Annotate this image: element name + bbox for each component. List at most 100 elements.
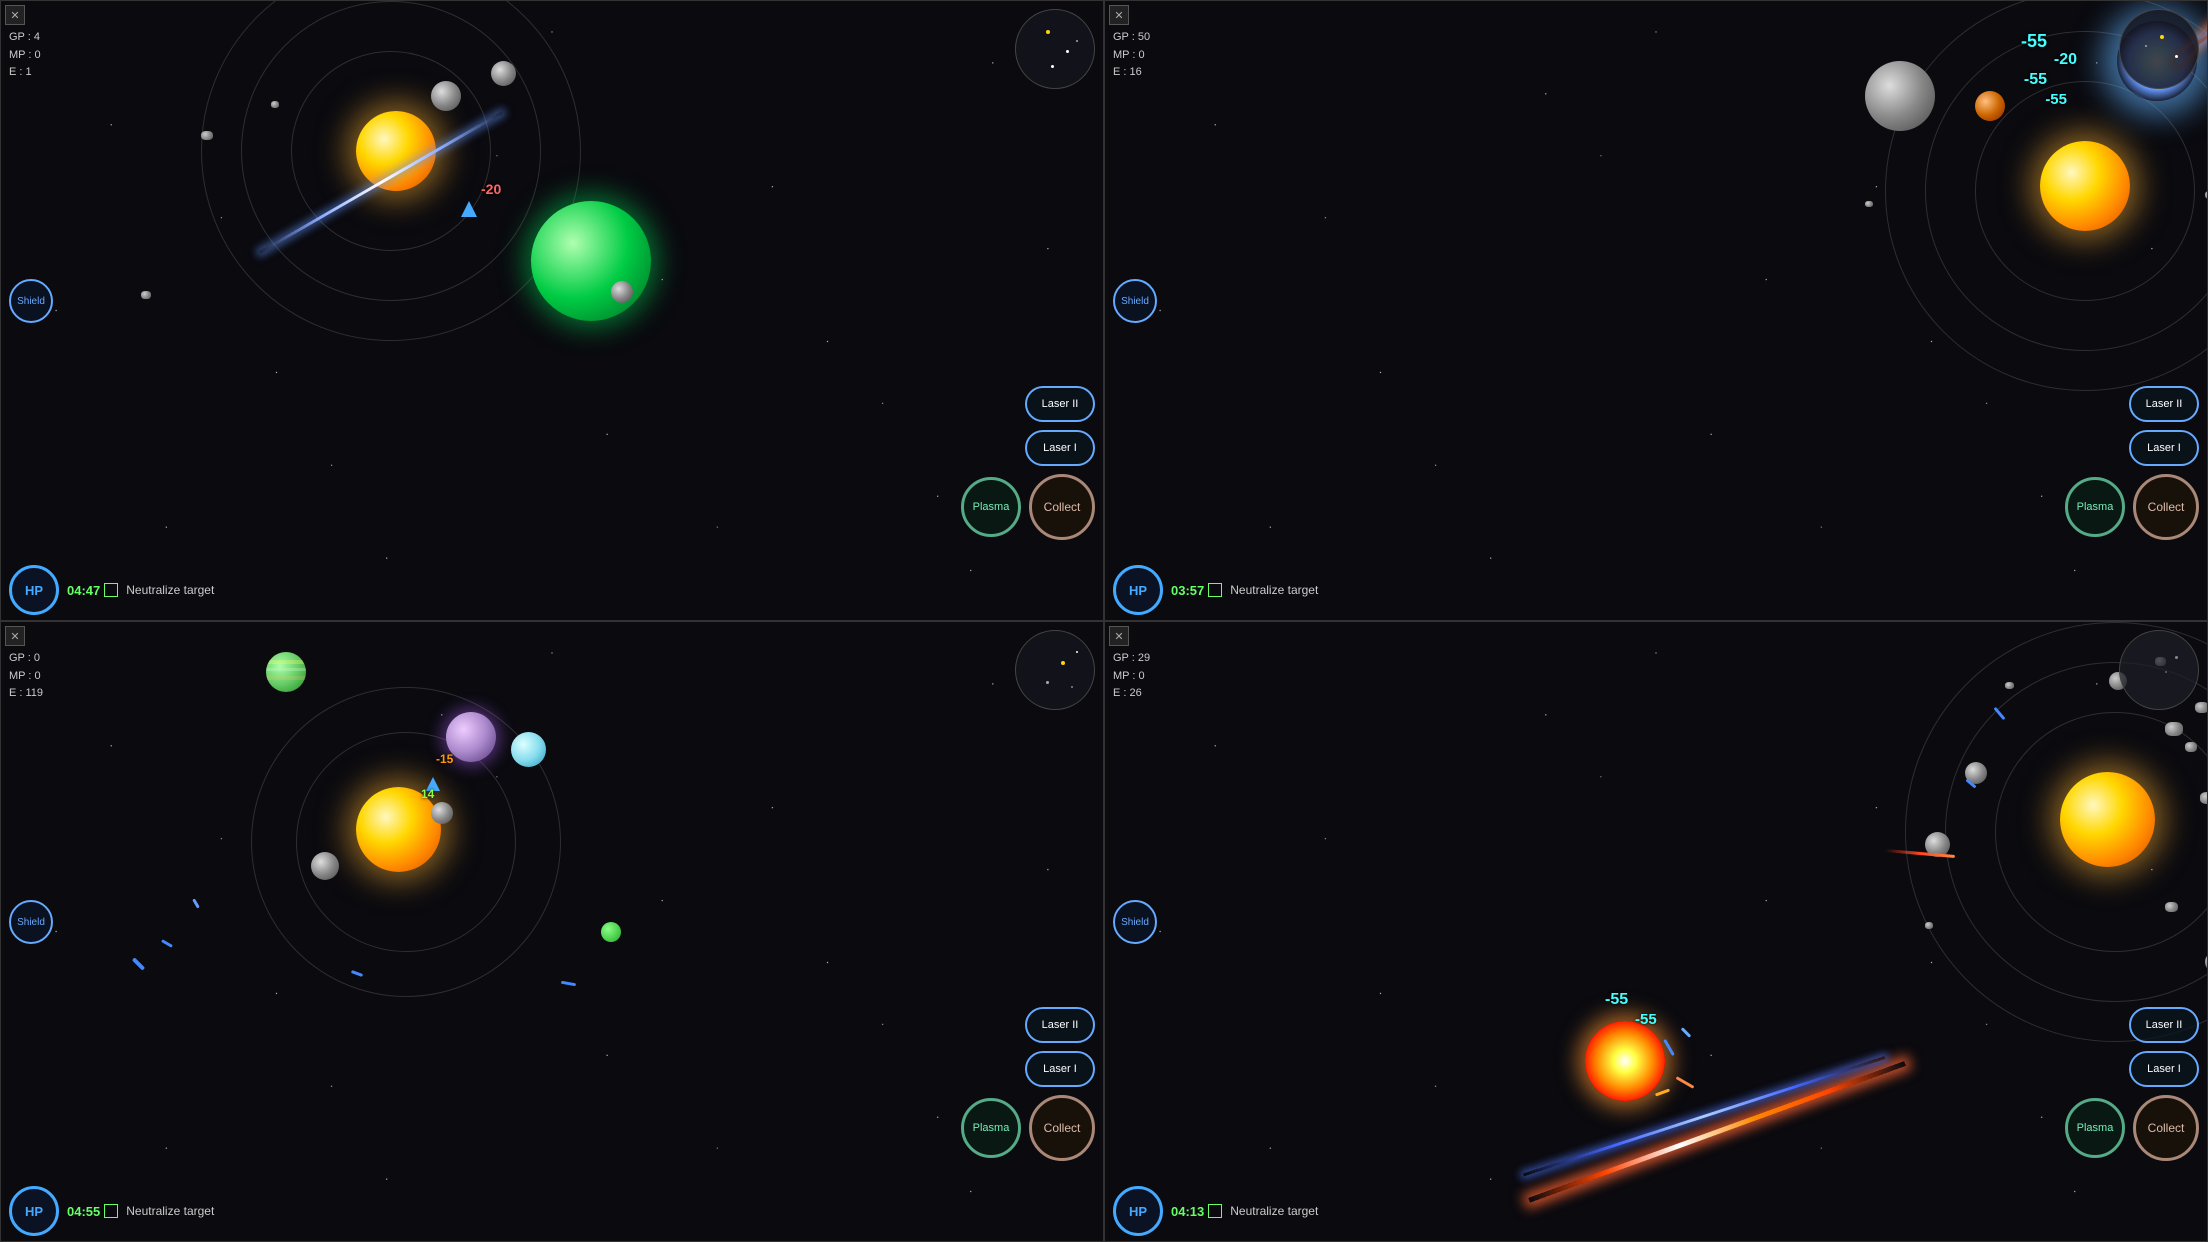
laser2-button-bl[interactable]: Laser II (1025, 1007, 1095, 1043)
moon-1-tl (431, 81, 461, 111)
asteroid-br-3 (2185, 742, 2197, 752)
minimap-tl (1015, 9, 1095, 89)
minimap-dot-3 (1051, 65, 1054, 68)
stats-br: GP : 29 MP : 0 E : 26 (1113, 650, 1150, 703)
hud-tl: HP 04:47 Neutralize target (1, 560, 1103, 620)
e-stat-br: E : 26 (1113, 685, 1150, 703)
dmg-tr-3: -55 (2024, 71, 2047, 89)
objective-tl: Neutralize target (126, 583, 214, 597)
e-stat-tl: E : 1 (9, 64, 41, 82)
minimap-dot-tr-3 (2145, 45, 2147, 47)
hp-circle-br: HP (1113, 1186, 1163, 1236)
asteroid-tr-2 (1865, 201, 1873, 207)
planet-bl-2 (431, 802, 453, 824)
timer-section-br: 04:13 (1171, 1204, 1222, 1219)
damage-tl: -20 (481, 181, 501, 197)
panel-top-right: ✕ GP : 50 MP : 0 E : 16 Shield (1104, 0, 2208, 621)
timer-section-tr: 03:57 (1171, 583, 1222, 598)
right-buttons-tl: Laser II Laser I Plasma Collect (961, 386, 1095, 540)
proj-bl-3 (192, 898, 200, 908)
collect-button-tl[interactable]: Collect (1029, 474, 1095, 540)
close-button-br[interactable]: ✕ (1109, 626, 1129, 646)
minimap-dot-4 (1076, 40, 1078, 42)
hud-bl: HP 04:55 Neutralize target (1, 1181, 1103, 1241)
plasma-button-tl[interactable]: Plasma (961, 477, 1021, 537)
collect-button-tr[interactable]: Collect (2133, 474, 2199, 540)
purple-planet-bl (446, 712, 496, 762)
ship-bl: -15 14 (426, 777, 440, 791)
hud-tr: HP 03:57 Neutralize target (1105, 560, 2207, 620)
gas-planet-bl (266, 652, 306, 692)
shield-button-tr[interactable]: Shield (1113, 279, 1157, 323)
hp-circle-tl: HP (9, 565, 59, 615)
asteroid-br-8 (1925, 922, 1933, 929)
minimap-br (2119, 630, 2199, 710)
shield-button-tl[interactable]: Shield (9, 279, 53, 323)
objective-tr: Neutralize target (1230, 583, 1318, 597)
dmg-tr-2: -20 (2054, 51, 2077, 69)
minimap-tr (2119, 9, 2199, 89)
gp-stat-tl: GP : 4 (9, 29, 41, 47)
dmg-tr-4: -55 (2045, 91, 2067, 108)
ship-area-tl: -20 (461, 201, 477, 217)
game-grid: ✕ GP : 4 MP : 0 E : 1 Shield (0, 0, 2208, 1242)
minimap-dot-2 (1066, 50, 1069, 53)
cyan-planet-bl (511, 732, 546, 767)
collect-button-br[interactable]: Collect (2133, 1095, 2199, 1161)
timer-section-bl: 04:55 (67, 1204, 118, 1219)
close-button-tl[interactable]: ✕ (5, 5, 25, 25)
timer-tr: 03:57 (1171, 583, 1204, 598)
asteroid-br-5 (2200, 792, 2208, 804)
asteroid-br-1 (2165, 722, 2183, 736)
laser2-button-tr[interactable]: Laser II (2129, 386, 2199, 422)
timer-checkbox-bl[interactable] (104, 1204, 118, 1218)
laser2-button-br[interactable]: Laser II (2129, 1007, 2199, 1043)
asteroid-2-tl (271, 101, 279, 108)
shield-button-br[interactable]: Shield (1113, 900, 1157, 944)
dmg-br-1: -55 (1605, 991, 1628, 1009)
timer-checkbox-tr[interactable] (1208, 583, 1222, 597)
timer-checkbox-br[interactable] (1208, 1204, 1222, 1218)
close-button-bl[interactable]: ✕ (5, 626, 25, 646)
e-stat-bl: E : 119 (9, 685, 43, 703)
gp-stat-tr: GP : 50 (1113, 29, 1150, 47)
gp-stat-br: GP : 29 (1113, 650, 1150, 668)
minimap-dot-bl-2 (1076, 651, 1078, 653)
proj-bl-2 (161, 939, 173, 948)
shield-button-bl[interactable]: Shield (9, 900, 53, 944)
mp-stat-tl: MP : 0 (9, 47, 41, 65)
objective-bl: Neutralize target (126, 1204, 214, 1218)
battle-area-br: -55 -55 (1505, 961, 1785, 1161)
stats-tl: GP : 4 MP : 0 E : 1 (9, 29, 41, 82)
collect-button-bl[interactable]: Collect (1029, 1095, 1095, 1161)
minimap-bl (1015, 630, 1095, 710)
plasma-button-bl[interactable]: Plasma (961, 1098, 1021, 1158)
stats-bl: GP : 0 MP : 0 E : 119 (9, 650, 43, 703)
right-buttons-br: Laser II Laser I Plasma Collect (2065, 1007, 2199, 1161)
planet-bl-1 (311, 852, 339, 880)
minimap-dot-br-2 (2165, 671, 2167, 673)
panel-bottom-right: ✕ GP : 29 MP : 0 E : 26 Shield (1104, 621, 2208, 1242)
timer-tl: 04:47 (67, 583, 100, 598)
panel-top-left: ✕ GP : 4 MP : 0 E : 1 Shield (0, 0, 1104, 621)
asteroid-3-tl (141, 291, 151, 299)
close-button-tr[interactable]: ✕ (1109, 5, 1129, 25)
timer-br: 04:13 (1171, 1204, 1204, 1219)
minimap-dot-br-1 (2175, 656, 2178, 659)
plasma-button-br[interactable]: Plasma (2065, 1098, 2125, 1158)
asteroid-br-9 (2165, 902, 2178, 912)
right-buttons-bl: Laser II Laser I Plasma Collect (961, 1007, 1095, 1161)
green-planet-tl (531, 201, 651, 321)
laser2-button-tl[interactable]: Laser II (1025, 386, 1095, 422)
timer-checkbox-tl[interactable] (104, 583, 118, 597)
laser1-button-br[interactable]: Laser I (2129, 1051, 2199, 1087)
plasma-button-tr[interactable]: Plasma (2065, 477, 2125, 537)
laser1-button-bl[interactable]: Laser I (1025, 1051, 1095, 1087)
laser1-button-tr[interactable]: Laser I (2129, 430, 2199, 466)
gp-stat-bl: GP : 0 (9, 650, 43, 668)
asteroid-1-tl (201, 131, 213, 140)
dmg-tr-1: -55 (2021, 31, 2047, 52)
mp-stat-bl: MP : 0 (9, 668, 43, 686)
laser1-button-tl[interactable]: Laser I (1025, 430, 1095, 466)
mp-stat-tr: MP : 0 (1113, 47, 1150, 65)
